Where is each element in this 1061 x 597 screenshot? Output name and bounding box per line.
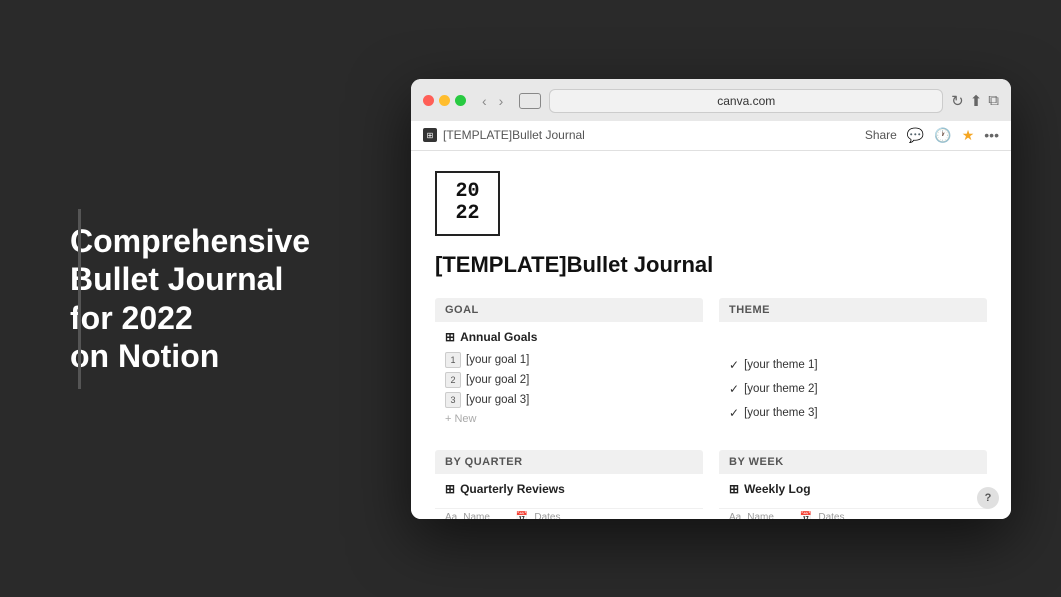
logo-year: 2022 xyxy=(455,181,479,225)
title-line1: Comprehensive xyxy=(70,223,310,259)
minimize-button[interactable] xyxy=(439,95,450,106)
refresh-icon[interactable]: ↻ xyxy=(951,92,964,110)
help-button[interactable]: ? xyxy=(977,487,999,509)
page-title-left: Comprehensive Bullet Journal for 2022 on… xyxy=(70,222,330,376)
page-heading: [TEMPLATE]Bullet Journal xyxy=(435,252,987,278)
more-icon[interactable]: ••• xyxy=(984,127,999,143)
goal-num-3: 3 xyxy=(445,392,461,408)
week-db-title-row: ⊞ Weekly Log xyxy=(729,482,977,496)
theme-item-1[interactable]: ✓ [your theme 1] xyxy=(729,356,977,374)
quarter-content: ⊞ Quarterly Reviews xyxy=(435,476,703,508)
goal-item-2[interactable]: 2 [your goal 2] xyxy=(445,370,693,390)
notion-content: 2022 [TEMPLATE]Bullet Journal GOAL ⊞ Ann… xyxy=(411,151,1011,519)
theme-text-3: [your theme 3] xyxy=(744,407,818,419)
goal-text-1: [your goal 1] xyxy=(466,354,529,366)
share-browser-icon[interactable]: ⬆ xyxy=(970,92,983,110)
title-line4: on Notion xyxy=(70,338,219,374)
quarter-db-icon: ⊞ xyxy=(445,482,455,496)
divider xyxy=(78,209,81,389)
goal-header: GOAL xyxy=(435,298,703,322)
traffic-lights xyxy=(423,95,466,106)
close-button[interactable] xyxy=(423,95,434,106)
week-col-dates: Dates xyxy=(818,512,844,519)
logo-box: 2022 xyxy=(435,171,500,236)
quarter-columns: Aa Name 📅 Dates xyxy=(435,508,703,519)
quarter-col-cal: 📅 xyxy=(516,512,528,519)
back-button[interactable]: ‹ xyxy=(478,91,491,111)
browser-chrome: ‹ › canva.com ↻ ⬆ ⧉ xyxy=(411,79,1011,121)
goal-text-2: [your goal 2] xyxy=(466,374,529,386)
week-col-cal: 📅 xyxy=(800,512,812,519)
quarter-header: BY QUARTER xyxy=(435,450,703,474)
browser-window: ‹ › canva.com ↻ ⬆ ⧉ ⊞ [TEMPLATE]Bullet J… xyxy=(411,79,1011,519)
title-line3: for 2022 xyxy=(70,300,193,336)
week-section: BY WEEK ⊞ Weekly Log Aa Name 📅 Dates xyxy=(719,450,987,519)
left-text-block: Comprehensive Bullet Journal for 2022 on… xyxy=(50,222,330,376)
comment-icon[interactable]: 💬 xyxy=(907,127,924,144)
tab-icon xyxy=(519,93,541,109)
goal-db-icon: ⊞ xyxy=(445,330,455,344)
notion-toolbar: ⊞ [TEMPLATE]Bullet Journal Share 💬 🕐 ★ •… xyxy=(411,121,1011,151)
share-button[interactable]: Share xyxy=(865,128,897,142)
week-header: BY WEEK xyxy=(719,450,987,474)
theme-content: ✓ [your theme 1] ✓ [your theme 2] ✓ [you… xyxy=(719,324,987,428)
new-goal-button[interactable]: + New xyxy=(445,410,693,428)
goal-db-title-row: ⊞ Annual Goals xyxy=(445,330,693,344)
quarter-col-aa: Aa xyxy=(445,512,457,519)
theme-text-2: [your theme 2] xyxy=(744,383,818,395)
notion-title-bar: ⊞ [TEMPLATE]Bullet Journal xyxy=(423,128,585,142)
bottom-grid: BY QUARTER ⊞ Quarterly Reviews Aa Name 📅… xyxy=(435,450,987,519)
favorite-icon[interactable]: ★ xyxy=(962,127,975,144)
left-panel: Comprehensive Bullet Journal for 2022 on… xyxy=(0,0,380,597)
notion-toolbar-actions: Share 💬 🕐 ★ ••• xyxy=(865,127,999,144)
week-content: ⊞ Weekly Log xyxy=(719,476,987,508)
week-col-name: Name xyxy=(747,512,774,519)
goal-item-3[interactable]: 3 [your goal 3] xyxy=(445,390,693,410)
theme-section: THEME ✓ [your theme 1] ✓ [your theme 2] xyxy=(719,298,987,434)
forward-button[interactable]: › xyxy=(495,91,508,111)
nav-buttons: ‹ › xyxy=(478,91,507,111)
notion-page-icon: ⊞ xyxy=(423,128,437,142)
goal-num-2: 2 xyxy=(445,372,461,388)
theme-item-3[interactable]: ✓ [your theme 3] xyxy=(729,404,977,422)
address-bar[interactable]: canva.com xyxy=(549,89,943,113)
clock-icon[interactable]: 🕐 xyxy=(934,127,951,144)
app-container: Comprehensive Bullet Journal for 2022 on… xyxy=(0,0,1061,597)
browser-actions: ↻ ⬆ ⧉ xyxy=(951,92,999,110)
week-db-icon: ⊞ xyxy=(729,482,739,496)
goal-item-1[interactable]: 1 [your goal 1] xyxy=(445,350,693,370)
quarter-col-name: Name xyxy=(463,512,490,519)
theme-header: THEME xyxy=(719,298,987,322)
theme-text-1: [your theme 1] xyxy=(744,359,818,371)
title-line2: Bullet Journal xyxy=(70,261,283,297)
week-col-aa: Aa xyxy=(729,512,741,519)
theme-item-2[interactable]: ✓ [your theme 2] xyxy=(729,380,977,398)
quarter-db-title: Quarterly Reviews xyxy=(460,482,565,496)
maximize-button[interactable] xyxy=(455,95,466,106)
goal-section: GOAL ⊞ Annual Goals 1 [your goal 1] 2 [y xyxy=(435,298,703,434)
goal-text-3: [your goal 3] xyxy=(466,394,529,406)
quarter-section: BY QUARTER ⊞ Quarterly Reviews Aa Name 📅… xyxy=(435,450,703,519)
check-icon-3: ✓ xyxy=(729,406,739,420)
notion-page-title: [TEMPLATE]Bullet Journal xyxy=(443,128,585,142)
goal-content: ⊞ Annual Goals 1 [your goal 1] 2 [your g… xyxy=(435,324,703,434)
goal-num-1: 1 xyxy=(445,352,461,368)
check-icon-1: ✓ xyxy=(729,358,739,372)
week-db-title: Weekly Log xyxy=(744,482,810,496)
week-columns: Aa Name 📅 Dates xyxy=(719,508,987,519)
quarter-col-dates: Dates xyxy=(534,512,560,519)
check-icon-2: ✓ xyxy=(729,382,739,396)
duplicate-icon[interactable]: ⧉ xyxy=(988,92,999,109)
goal-db-title: Annual Goals xyxy=(460,330,537,344)
quarter-db-title-row: ⊞ Quarterly Reviews xyxy=(445,482,693,496)
top-grid: GOAL ⊞ Annual Goals 1 [your goal 1] 2 [y xyxy=(435,298,987,434)
